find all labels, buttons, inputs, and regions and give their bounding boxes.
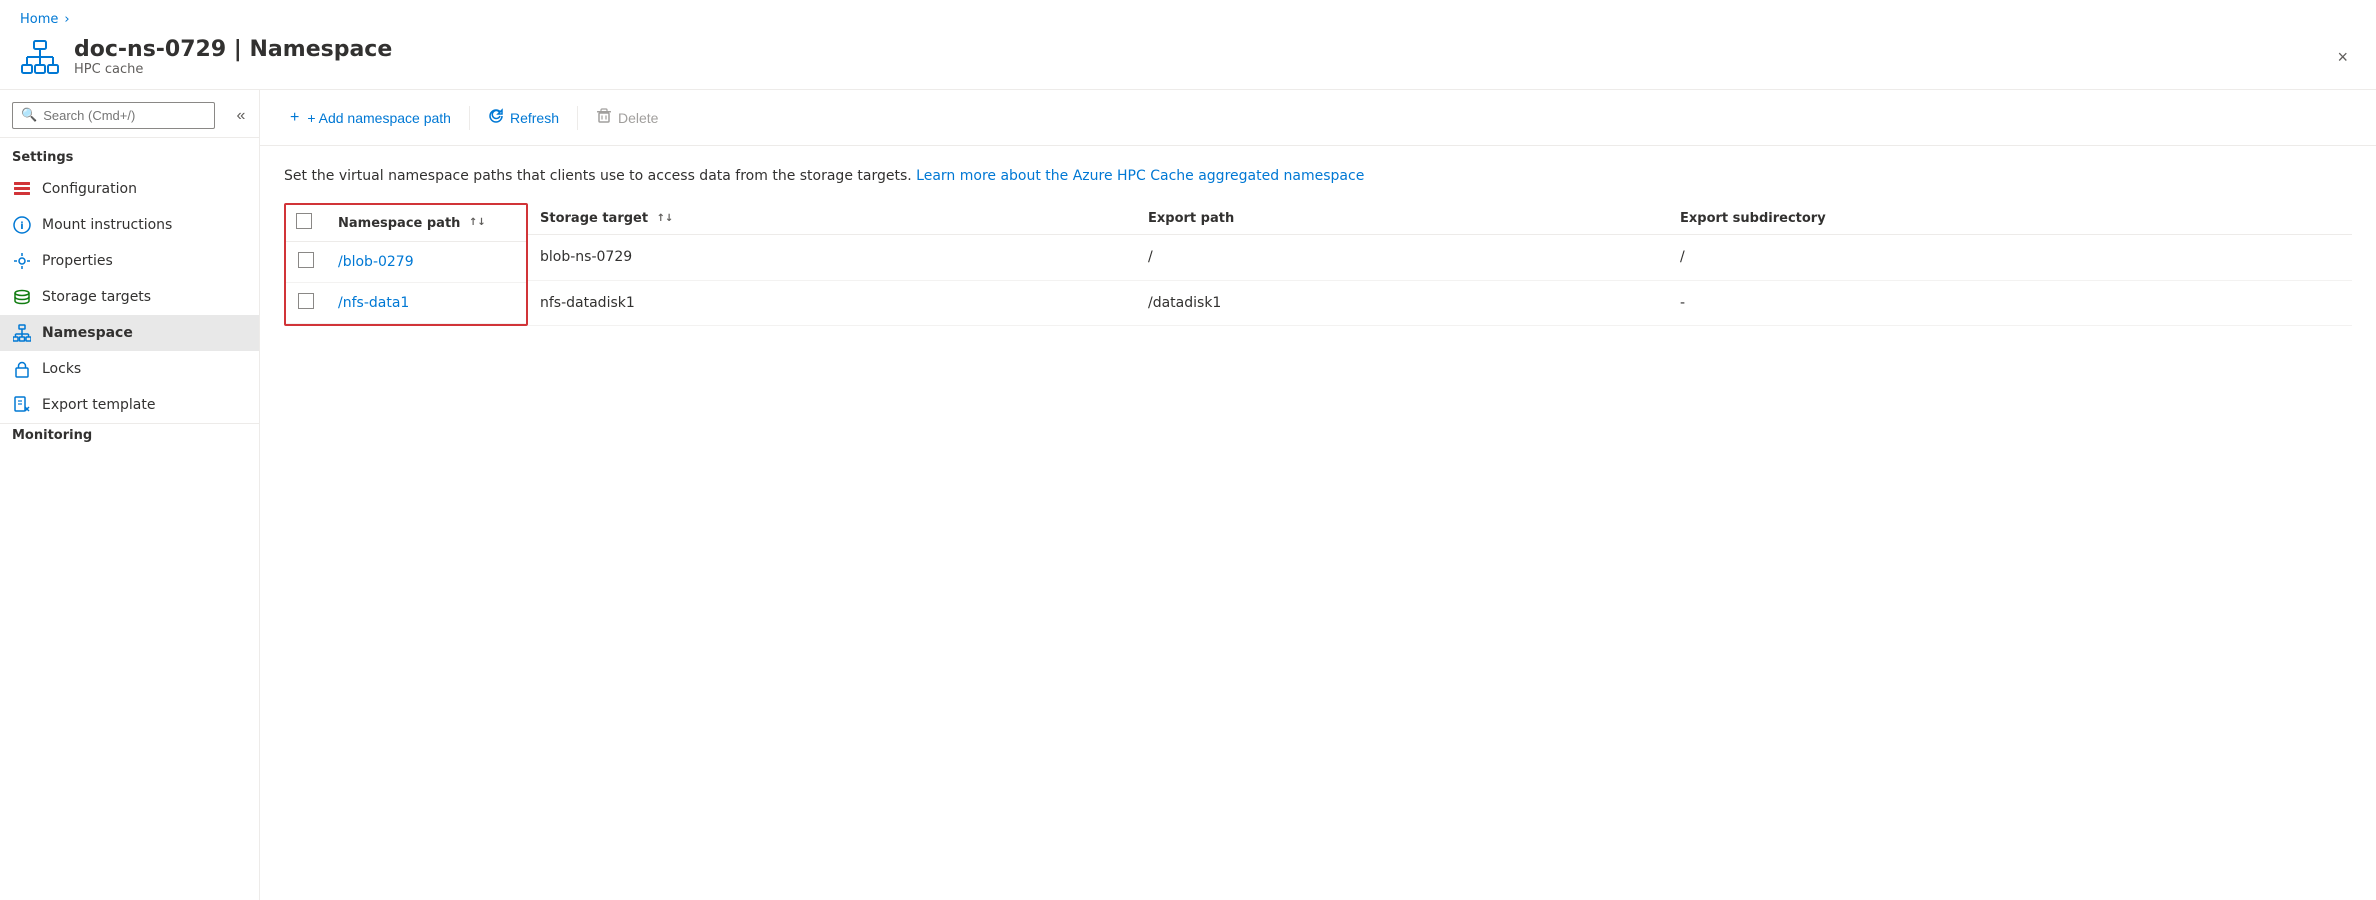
sidebar-item-configuration[interactable]: Configuration bbox=[0, 171, 259, 207]
page-title: doc-ns-0729 | Namespace bbox=[74, 37, 392, 62]
settings-section-label: Settings bbox=[0, 137, 259, 171]
refresh-button[interactable]: Refresh bbox=[478, 102, 569, 133]
info-icon: i bbox=[12, 215, 32, 235]
storage-target-sort-icon[interactable]: ↑↓ bbox=[657, 214, 674, 224]
toolbar-separator-2 bbox=[577, 106, 578, 130]
delete-button[interactable]: Delete bbox=[586, 102, 668, 133]
sidebar-item-properties[interactable]: Properties bbox=[0, 243, 259, 279]
sidebar-item-namespace[interactable]: Namespace bbox=[0, 315, 259, 351]
row-2-checkbox[interactable] bbox=[298, 293, 314, 309]
namespace-path-link-2[interactable]: /nfs-data1 bbox=[338, 295, 409, 311]
page-icon bbox=[20, 37, 60, 77]
sidebar-item-mount-instructions[interactable]: i Mount instructions bbox=[0, 207, 259, 243]
sidebar-item-export-template[interactable]: Export template bbox=[0, 387, 259, 423]
page-subtitle: HPC cache bbox=[74, 62, 392, 77]
storage-target-cell-1: blob-ns-0729 bbox=[528, 235, 1136, 281]
refresh-label: Refresh bbox=[510, 110, 559, 126]
add-namespace-path-label: + Add namespace path bbox=[307, 110, 451, 126]
close-button[interactable]: × bbox=[2329, 43, 2356, 72]
delete-icon bbox=[596, 108, 612, 127]
sidebar-item-label: Namespace bbox=[42, 325, 133, 341]
row-1-checkbox[interactable] bbox=[298, 252, 314, 268]
select-all-checkbox[interactable] bbox=[296, 213, 312, 229]
sidebar-item-label: Properties bbox=[42, 253, 113, 269]
sidebar-item-label: Storage targets bbox=[42, 289, 151, 305]
table-row: /blob-0279 bbox=[286, 242, 526, 283]
namespace-path-column-header[interactable]: Namespace path ↑↓ bbox=[326, 205, 526, 242]
config-icon bbox=[12, 179, 32, 199]
table-row: blob-ns-0729 / / bbox=[528, 235, 2352, 281]
learn-more-link[interactable]: Learn more about the Azure HPC Cache agg… bbox=[916, 168, 1364, 184]
storage-target-cell-2: nfs-datadisk1 bbox=[528, 280, 1136, 326]
storage-target-column-header[interactable]: Storage target ↑↓ bbox=[528, 203, 1136, 235]
sidebar-item-locks[interactable]: Locks bbox=[0, 351, 259, 387]
export-icon bbox=[12, 395, 32, 415]
delete-label: Delete bbox=[618, 110, 658, 126]
svg-text:i: i bbox=[20, 221, 23, 232]
breadcrumb-separator: › bbox=[64, 12, 69, 27]
sidebar-item-label: Mount instructions bbox=[42, 217, 172, 233]
search-input-wrap[interactable]: 🔍 bbox=[12, 102, 215, 129]
properties-icon bbox=[12, 251, 32, 271]
search-input[interactable] bbox=[43, 108, 206, 123]
collapse-sidebar-button[interactable]: « bbox=[227, 102, 255, 130]
namespace-path-link-1[interactable]: /blob-0279 bbox=[338, 254, 414, 270]
add-icon: + bbox=[290, 109, 299, 127]
export-subdirectory-column-header: Export subdirectory bbox=[1668, 203, 2352, 235]
search-icon: 🔍 bbox=[21, 108, 37, 123]
export-path-cell-1: / bbox=[1136, 235, 1668, 281]
sidebar-item-storage-targets[interactable]: Storage targets bbox=[0, 279, 259, 315]
lock-icon bbox=[12, 359, 32, 379]
table-row: nfs-datadisk1 /datadisk1 - bbox=[528, 280, 2352, 326]
export-path-cell-2: /datadisk1 bbox=[1136, 280, 1668, 326]
export-subdirectory-cell-1: / bbox=[1668, 235, 2352, 281]
sidebar-item-label: Configuration bbox=[42, 181, 137, 197]
add-namespace-path-button[interactable]: + + Add namespace path bbox=[280, 103, 461, 133]
monitoring-section-label: Monitoring bbox=[0, 423, 259, 449]
description-text: Set the virtual namespace paths that cli… bbox=[284, 166, 2352, 187]
namespace-path-sort-icon[interactable]: ↑↓ bbox=[469, 218, 486, 228]
namespace-icon bbox=[12, 323, 32, 343]
refresh-icon bbox=[488, 108, 504, 127]
export-path-column-header: Export path bbox=[1136, 203, 1668, 235]
sidebar-item-label: Export template bbox=[42, 397, 155, 413]
sidebar-item-label: Locks bbox=[42, 361, 81, 377]
toolbar-separator-1 bbox=[469, 106, 470, 130]
table-row: /nfs-data1 bbox=[286, 283, 526, 324]
export-subdirectory-cell-2: - bbox=[1668, 280, 2352, 326]
breadcrumb-home[interactable]: Home bbox=[20, 12, 58, 27]
storage-icon bbox=[12, 287, 32, 307]
